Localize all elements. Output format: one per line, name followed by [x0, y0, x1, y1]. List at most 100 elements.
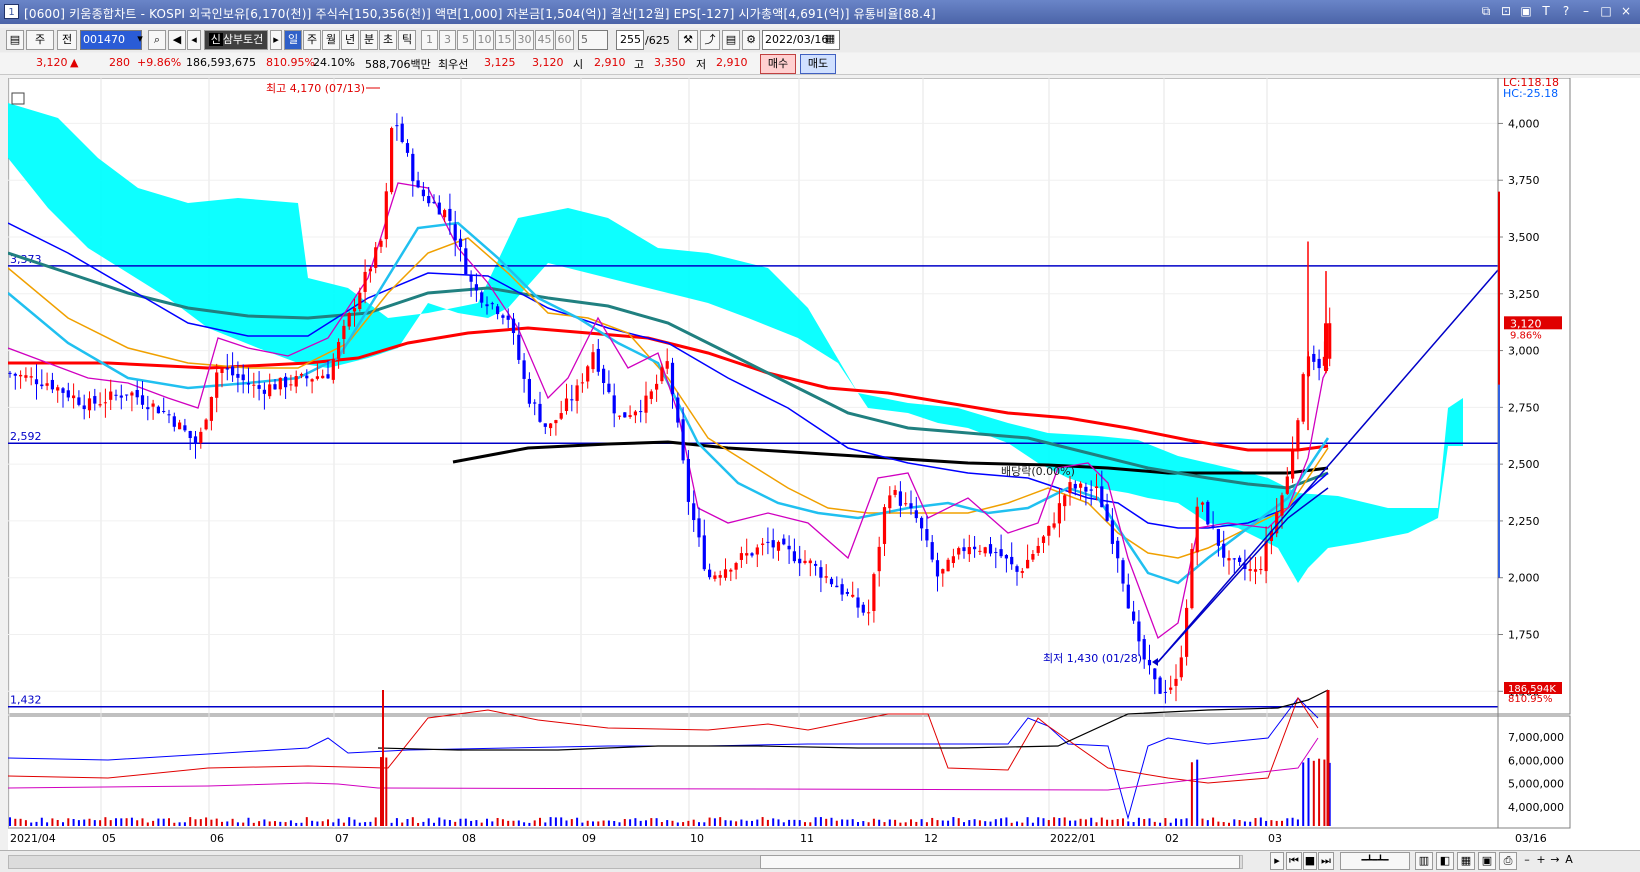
candle-body	[814, 563, 818, 566]
period-year[interactable]: 년	[341, 30, 359, 50]
buy-button[interactable]: 매수	[760, 54, 796, 74]
high-price: 3,350	[654, 56, 686, 69]
up-arrow-icon: ▲	[70, 56, 79, 69]
zoom-in-icon[interactable]: +	[1534, 852, 1548, 870]
font-icon[interactable]: T	[1538, 3, 1554, 19]
range-input[interactable]: 255	[616, 30, 644, 50]
indicator-icon[interactable]: ◧	[1436, 852, 1454, 870]
volume-pct-label: 810.95%	[1508, 694, 1553, 705]
open-label: 시	[573, 58, 584, 71]
interval-3[interactable]: 3	[439, 30, 456, 50]
line-chart-icon[interactable]: ⤴	[700, 30, 720, 50]
restore-view-icon[interactable]: ⊡	[1498, 3, 1514, 19]
volume-bar	[989, 821, 992, 826]
info-icon[interactable]: ▸	[270, 30, 282, 50]
screen-icon[interactable]: ▣	[1478, 852, 1496, 870]
candle-body	[480, 292, 484, 303]
tools-icon[interactable]: ⚒	[678, 30, 698, 50]
candle-body	[999, 549, 1003, 557]
period-month[interactable]: 월	[322, 30, 340, 50]
y-tick-label: 2,250	[1508, 515, 1540, 528]
chevron-down-icon[interactable]: ▾	[134, 30, 146, 50]
volume-tick-label: 5,000,000	[1508, 778, 1564, 791]
auto-scale-icon[interactable]: A	[1562, 852, 1576, 870]
candle-body	[103, 402, 107, 404]
x-tick-label: 12	[924, 832, 938, 845]
interval-30[interactable]: 30	[515, 30, 534, 50]
print-icon[interactable]: ⎙	[1499, 852, 1517, 870]
close-icon[interactable]: ×	[1618, 3, 1634, 19]
interval-15[interactable]: 15	[495, 30, 514, 50]
period-tick[interactable]: 틱	[398, 30, 416, 50]
gear-icon[interactable]: ⚙	[742, 30, 760, 50]
interval-5[interactable]: 5	[457, 30, 474, 50]
candle-body	[305, 375, 309, 379]
candle-body	[1280, 495, 1284, 516]
candle-body	[45, 383, 49, 386]
chart-scrollbar[interactable]: ▸ ⏮ ■ ⏭ ━┻━┻━ ▥ ◧ ▦ ▣ ⎙ – + → A	[0, 850, 1640, 872]
market-mode-select[interactable]: 주	[26, 30, 54, 50]
chart-area[interactable]: 3,373 2,592 1,432 2021/04 05 06 07 08 09 10 11 12 2…	[7, 76, 1640, 872]
move-icon[interactable]: →	[1548, 852, 1562, 870]
stock-code-input[interactable]: 001470	[80, 30, 142, 50]
speaker-icon[interactable]: ◀	[168, 30, 186, 50]
volume-bar	[830, 817, 833, 826]
interval-1[interactable]: 1	[421, 30, 438, 50]
volume-bar	[931, 817, 934, 826]
period-minute[interactable]: 분	[360, 30, 378, 50]
volume-bar	[782, 822, 785, 826]
interval-45[interactable]: 45	[535, 30, 554, 50]
count-select[interactable]: 5	[578, 30, 608, 50]
scroll-right-icon[interactable]: ▸	[1270, 852, 1284, 870]
tile-icon[interactable]: ⧉	[1478, 3, 1494, 19]
volume-bar	[395, 818, 398, 826]
search-icon[interactable]: ⌕	[148, 30, 166, 50]
volume-bar	[279, 821, 282, 826]
minimize-icon[interactable]: –	[1578, 3, 1594, 19]
period-second[interactable]: 초	[379, 30, 397, 50]
candle-body	[580, 382, 584, 384]
candle-body	[114, 394, 118, 396]
period-day[interactable]: 일	[284, 30, 302, 50]
price-chart[interactable]: 3,3732,5921,432 2021/04 05 06 07 08 09 10 11 12 2…	[7, 76, 1640, 850]
chart-menu-icon[interactable]: ▤	[6, 30, 24, 50]
candle-body	[973, 546, 977, 550]
period-week[interactable]: 주	[303, 30, 321, 50]
candle-body	[1206, 501, 1210, 525]
candle-body	[988, 544, 993, 554]
y-tick-label: 4,000	[1508, 117, 1540, 130]
trade-amount: 588,706백만	[365, 58, 431, 71]
candle-body	[713, 575, 717, 579]
candle-body	[448, 208, 452, 221]
prev-button[interactable]: 전	[57, 30, 77, 50]
help-icon[interactable]: ?	[1558, 3, 1574, 19]
fullscreen-icon[interactable]: ▣	[1518, 3, 1534, 19]
volume-bar	[1185, 818, 1188, 826]
rewind-icon[interactable]: ⏮	[1286, 852, 1302, 870]
candle-body	[199, 431, 203, 444]
volume-bar	[1254, 818, 1257, 826]
candle-body	[1063, 495, 1067, 507]
calendar-icon[interactable]: ▦	[822, 30, 838, 50]
volume-bar	[189, 817, 192, 826]
candle-body	[400, 123, 404, 143]
fast-forward-icon[interactable]: ⏭	[1318, 852, 1334, 870]
y-tick-label: 2,500	[1508, 458, 1540, 471]
chart-settings-icon[interactable]	[11, 92, 25, 105]
scroll-left-icon[interactable]: ◂	[187, 30, 201, 50]
scroll-thumb[interactable]	[760, 855, 1240, 869]
level-label: 1,432	[10, 694, 42, 707]
sell-button[interactable]: 매도	[800, 54, 836, 74]
maximize-icon[interactable]: □	[1598, 3, 1614, 19]
save-icon[interactable]: ▤	[722, 30, 740, 50]
zoom-out-icon[interactable]: –	[1520, 852, 1534, 870]
title-bar: 1 [0600] 키움종합차트 - KOSPI 외국인보유[6,170(천)] …	[0, 0, 1640, 24]
zoom-bar-icon[interactable]: ━┻━┻━	[1340, 852, 1410, 870]
x-tick-label: 2022/01	[1050, 832, 1096, 845]
interval-10[interactable]: 10	[475, 30, 494, 50]
interval-60[interactable]: 60	[555, 30, 574, 50]
candle-body	[209, 396, 213, 421]
chart-type-icon[interactable]: ▥	[1415, 852, 1433, 870]
layout-icon[interactable]: ▦	[1457, 852, 1475, 870]
stop-icon[interactable]: ■	[1303, 852, 1317, 870]
